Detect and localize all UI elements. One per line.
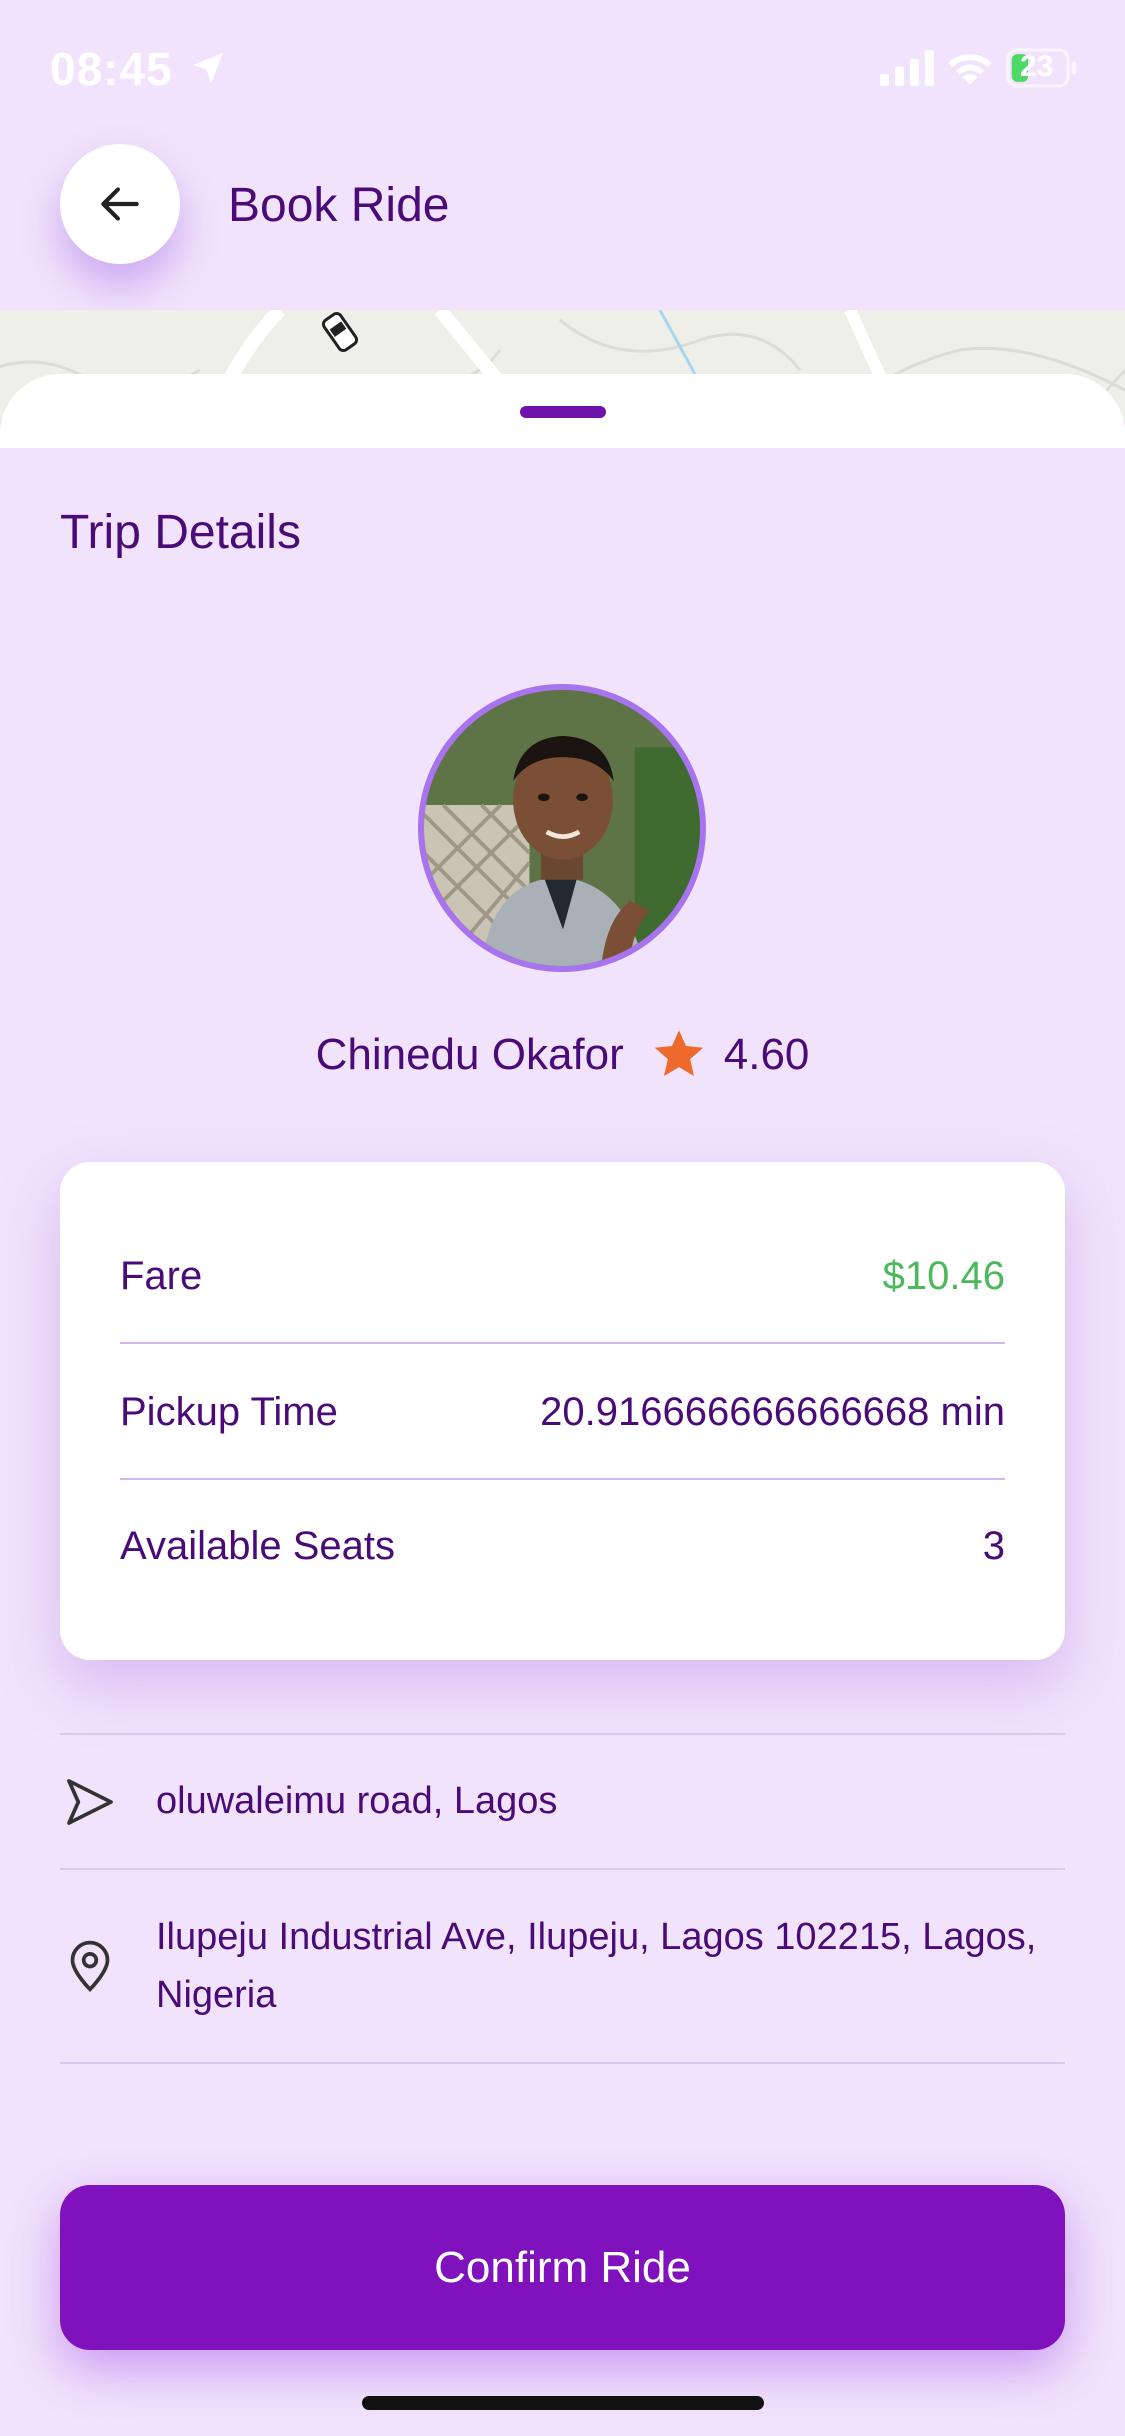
wifi-icon	[948, 54, 992, 85]
star-icon	[654, 1030, 703, 1077]
navigation-arrow-icon	[67, 1779, 113, 1825]
driver-info: Chinedu Okafor 4.60	[0, 1026, 1125, 1084]
pickup-time-value: 20.916666666666668 min	[540, 1389, 1005, 1434]
trip-details-card: Fare $10.46 Pickup Time 20.9166666666666…	[60, 1162, 1065, 1660]
pickup-time-label: Pickup Time	[120, 1389, 338, 1434]
driver-avatar	[418, 684, 706, 972]
card-divider	[120, 1478, 1005, 1480]
driver-photo	[424, 690, 700, 966]
location-arrow-icon	[193, 53, 223, 83]
section-title: Trip Details	[60, 506, 301, 559]
status-time: 08:45	[50, 43, 173, 95]
arrow-left-icon	[101, 187, 139, 221]
confirm-ride-button[interactable]: Confirm Ride	[60, 2185, 1065, 2350]
available-seats-row: Available Seats 3	[120, 1516, 1005, 1576]
available-seats-value: 3	[982, 1523, 1005, 1568]
list-divider	[60, 2062, 1065, 2064]
list-divider	[60, 1733, 1065, 1735]
home-indicator[interactable]	[362, 2396, 764, 2410]
page-title: Book Ride	[228, 179, 450, 232]
list-divider	[60, 1868, 1065, 1870]
pickup-time-row: Pickup Time 20.916666666666668 min	[120, 1382, 1005, 1442]
battery-level: 23	[1020, 50, 1054, 83]
available-seats-label: Available Seats	[120, 1523, 395, 1568]
driver-name: Chinedu Okafor	[315, 1030, 624, 1079]
card-divider	[120, 1342, 1005, 1344]
fare-label: Fare	[120, 1253, 203, 1298]
cellular-signal-icon	[880, 50, 934, 86]
pickup-address[interactable]: oluwaleimu road, Lagos	[156, 1772, 1096, 1830]
status-bar: 08:45 23	[0, 0, 1125, 140]
fare-value: $10.46	[882, 1253, 1005, 1298]
fare-row: Fare $10.46	[120, 1246, 1005, 1306]
sheet-drag-handle[interactable]	[520, 406, 606, 418]
map-pin-icon	[70, 1940, 110, 1992]
book-ride-screen: 08:45 23 Book Ride Trip Details Chinedu …	[0, 0, 1125, 2436]
back-button[interactable]	[60, 144, 180, 264]
driver-rating: 4.60	[723, 1030, 810, 1079]
dropoff-address[interactable]: Ilupeju Industrial Ave, Ilupeju, Lagos 1…	[156, 1908, 1096, 2024]
